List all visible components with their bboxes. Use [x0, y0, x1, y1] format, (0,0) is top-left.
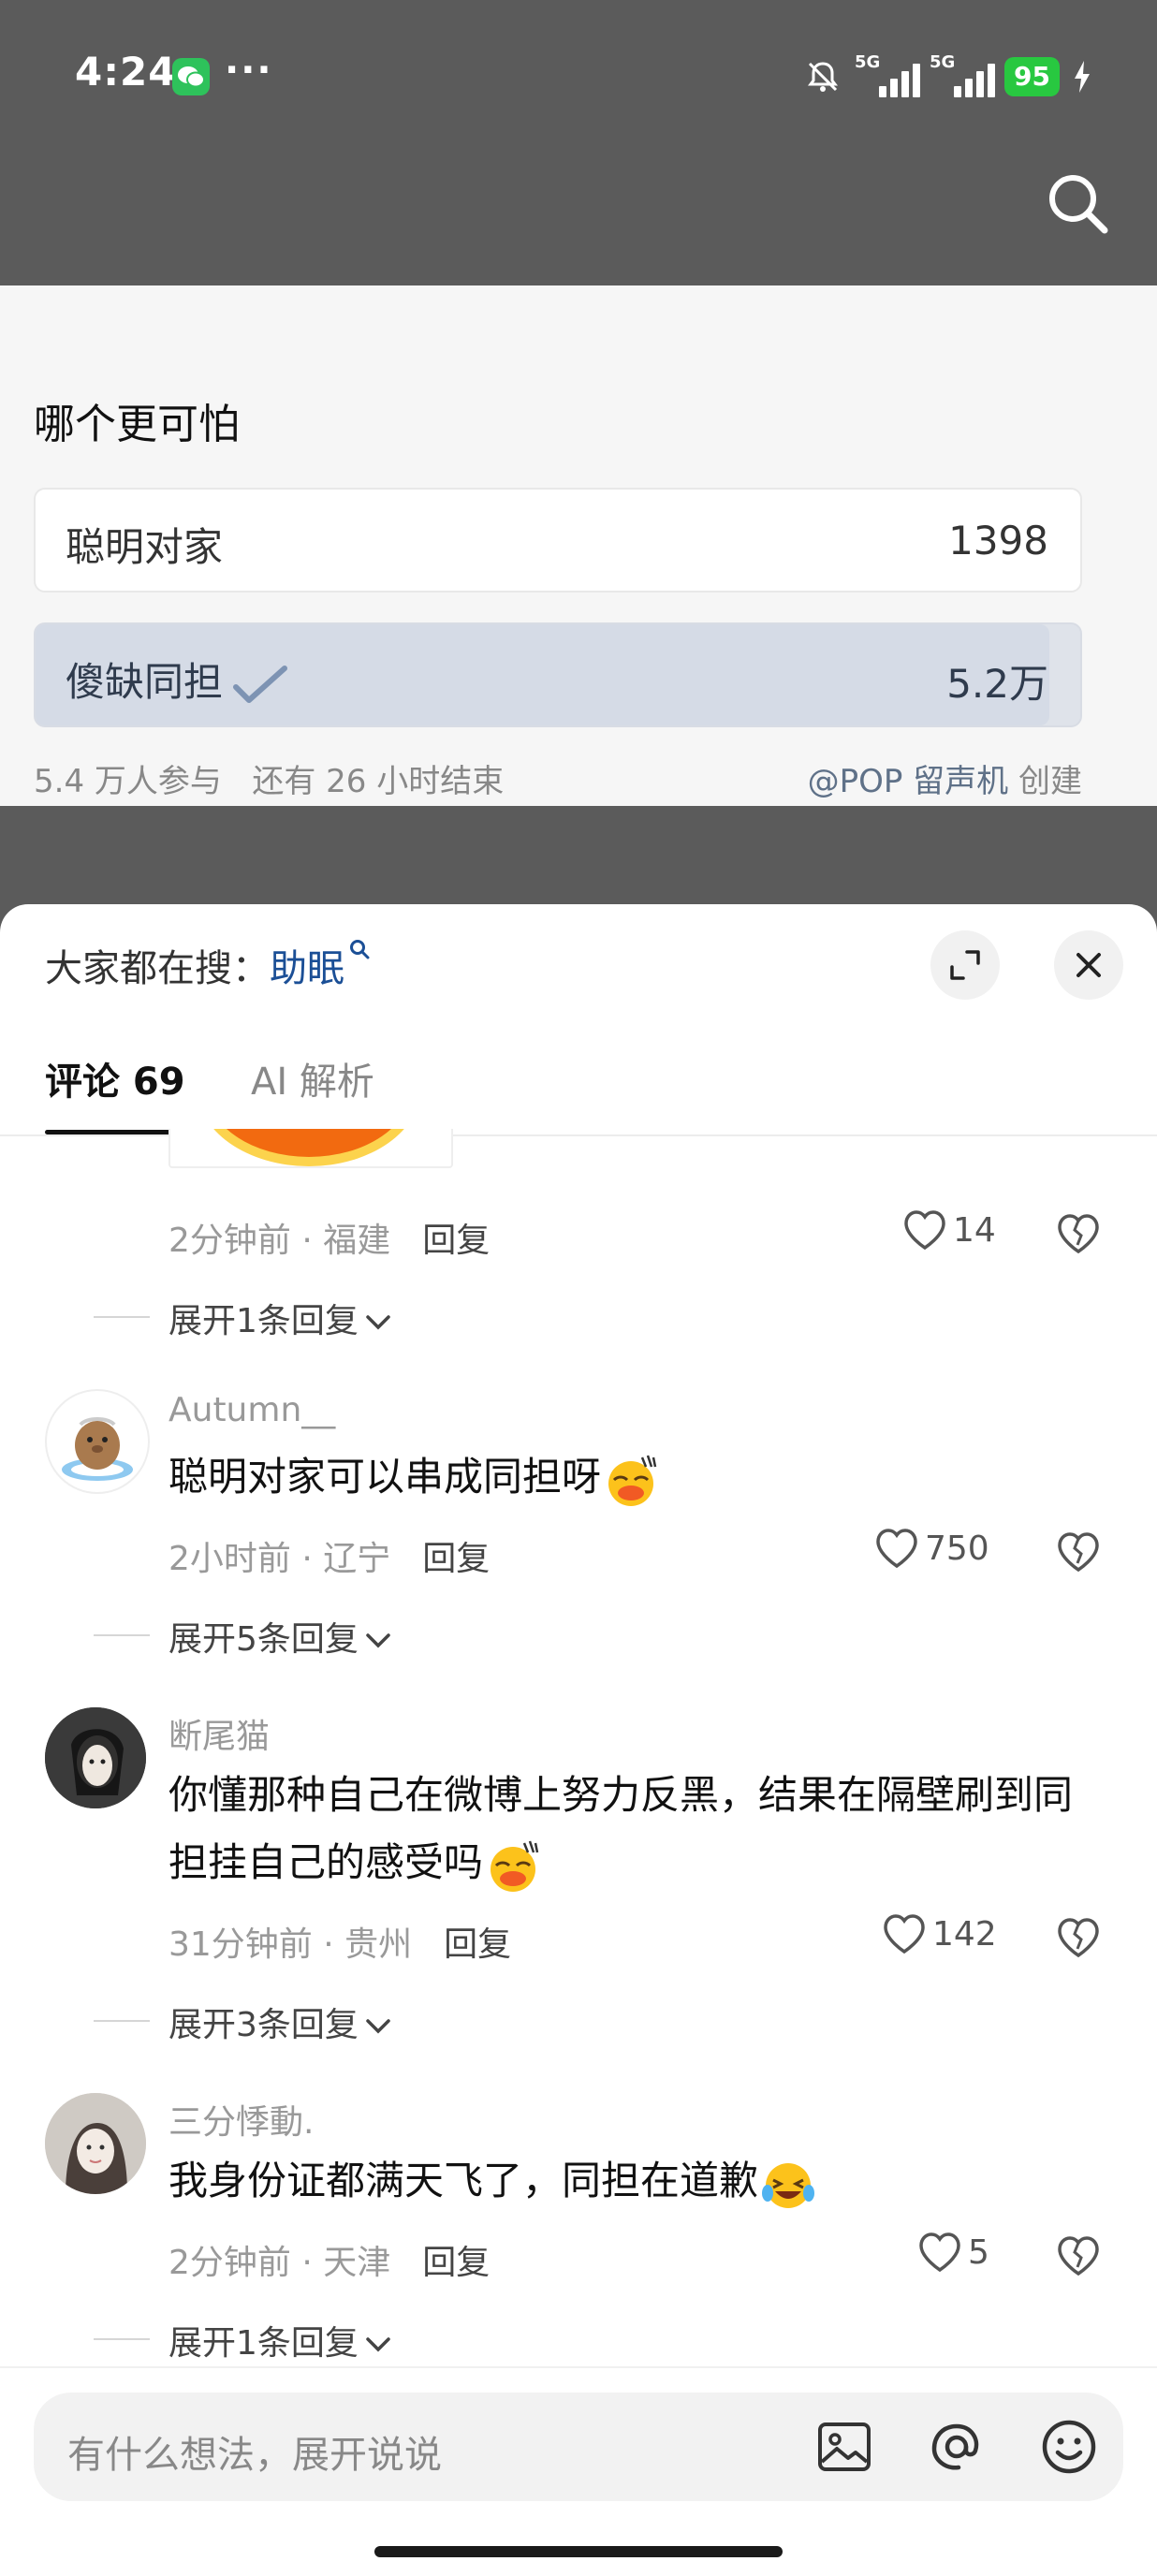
tab-comments[interactable]: 评论 69	[45, 1045, 185, 1134]
broken-heart-icon[interactable]	[1056, 1213, 1101, 1254]
comment-meta: 2分钟前 · 福建 回复	[168, 1222, 491, 1260]
comment-input-placeholder: 有什么想法，展开说说	[67, 2434, 442, 2477]
comment-meta: 2小时前 · 辽宁 回复	[168, 1540, 491, 1578]
expand-replies[interactable]: 展开1条回复	[94, 1294, 392, 1342]
smirk-emoji-icon	[601, 1452, 661, 1508]
home-indicator[interactable]	[374, 2546, 783, 2557]
poll-option-count: 1398	[948, 518, 1048, 564]
chevron-down-icon	[366, 2019, 390, 2034]
avatar[interactable]	[45, 1707, 146, 1808]
close-button[interactable]	[1054, 930, 1123, 1000]
poll-remaining: 还有 26 小时结束	[252, 763, 505, 800]
search-button[interactable]	[1041, 167, 1116, 242]
comment-text: 你懂那种自己在微博上努力反黑，结果在隔壁刷到同担挂自己的感受吗	[168, 1762, 1105, 1896]
like-count: 14	[953, 1210, 996, 1250]
signal-icon: 5G	[930, 52, 996, 99]
heart-icon	[919, 2232, 960, 2273]
expand-replies[interactable]: 展开1条回复	[94, 2316, 392, 2364]
like-button[interactable]: 14	[902, 1209, 996, 1251]
reply-button[interactable]: 回复	[444, 1925, 511, 1964]
mute-icon	[808, 62, 839, 92]
battery-level: 95	[1004, 57, 1060, 96]
heart-icon	[884, 1914, 925, 1954]
broken-heart-icon[interactable]	[1056, 1917, 1101, 1958]
signal-icon: 5G	[855, 52, 921, 99]
expand-button[interactable]	[930, 930, 1000, 1000]
wechat-icon	[172, 58, 210, 95]
at-icon[interactable]	[927, 2417, 987, 2477]
comment-author[interactable]: 断尾猫	[168, 1709, 270, 1758]
avatar[interactable]	[45, 2093, 146, 2194]
reply-button[interactable]: 回复	[422, 1222, 490, 1260]
comment-image[interactable]	[168, 1129, 453, 1168]
check-icon	[233, 665, 288, 703]
poll-option-label: 聪明对家	[66, 524, 224, 570]
comment-sheet: 大家都在搜：助眠 评论 69 AI 解析 2分钟前 · 福建 回复 14 展开1条…	[0, 904, 1157, 2574]
poll-option-selected[interactable]: 傻缺同担 5.2万	[34, 622, 1082, 727]
comment-input[interactable]: 有什么想法，展开说说	[34, 2393, 1123, 2501]
expand-replies[interactable]: 展开5条回复	[94, 1612, 392, 1661]
smirk-emoji-icon	[483, 1837, 543, 1894]
heart-icon	[904, 1210, 945, 1251]
status-indicators: 5G 5G 95	[804, 52, 1091, 101]
poll-creator-suffix: 创建	[1018, 763, 1082, 800]
poll-option[interactable]: 聪明对家 1398	[34, 488, 1082, 593]
trending-search[interactable]: 大家都在搜：助眠	[45, 938, 373, 992]
comment-author[interactable]: 三分悸動.	[168, 2095, 314, 2144]
magnifier-icon	[350, 940, 370, 959]
comment-meta: 2分钟前 · 天津 回复	[168, 2244, 491, 2282]
sheet-tabs: 评论 69 AI 解析	[0, 1045, 1157, 1136]
expand-icon	[950, 950, 980, 980]
poll-option-count: 5.2万	[946, 661, 1048, 707]
comment-input-bar: 有什么想法，展开说说	[0, 2366, 1157, 2576]
like-count: 142	[932, 1914, 997, 1954]
close-icon	[1076, 953, 1101, 977]
more-notifications: ···	[225, 49, 273, 92]
trending-prefix: 大家都在搜：	[45, 947, 270, 990]
broken-heart-icon[interactable]	[1056, 2235, 1101, 2276]
reply-button[interactable]: 回复	[422, 1540, 490, 1578]
comment-author[interactable]: Autumn__	[168, 1391, 335, 1429]
active-tab-indicator	[45, 1130, 185, 1134]
clock: 4:24	[75, 49, 177, 95]
comment-meta: 31分钟前 · 贵州 回复	[168, 1925, 512, 1964]
trending-keyword[interactable]: 助眠	[270, 947, 344, 990]
like-button[interactable]: 750	[874, 1528, 989, 1569]
heart-icon	[876, 1529, 917, 1569]
poll-creator[interactable]: @POP 留声机 创建	[808, 755, 1082, 801]
like-button[interactable]: 5	[917, 2232, 989, 2273]
search-icon	[1049, 175, 1108, 234]
chevron-down-icon	[366, 1315, 390, 1330]
image-icon[interactable]	[814, 2417, 874, 2477]
poll-creator-name[interactable]: @POP 留声机	[808, 763, 1009, 800]
laughing-tears-emoji-icon	[758, 2156, 818, 2212]
comment-text: 聪明对家可以串成同担呀	[168, 1443, 1105, 1511]
emoji-icon[interactable]	[1039, 2417, 1099, 2477]
like-count: 5	[968, 2232, 989, 2272]
like-button[interactable]: 142	[882, 1913, 997, 1954]
avatar[interactable]	[45, 1389, 150, 1494]
poll-option-label: 傻缺同担	[66, 651, 288, 708]
tab-ai-analysis[interactable]: AI 解析	[251, 1045, 374, 1134]
reply-button[interactable]: 回复	[422, 2244, 490, 2282]
poll-stats: 5.4 万人参与 还有 26 小时结束	[34, 755, 504, 801]
comment-text: 我身份证都满天飞了，同担在道歉	[168, 2147, 1105, 2215]
poll-card: 哪个更可怕 聪明对家 1398 傻缺同担 5.2万 5.4 万人参与 还有 26…	[0, 285, 1157, 806]
status-bar: 4:24 ··· 5G 5G 95	[0, 0, 1157, 150]
poll-question: 哪个更可怕	[34, 401, 240, 448]
poll-participants: 5.4 万人参与	[34, 763, 222, 800]
charging-icon	[1075, 61, 1090, 93]
chevron-down-icon	[366, 2337, 390, 2352]
broken-heart-icon[interactable]	[1056, 1531, 1101, 1573]
chevron-down-icon	[366, 1633, 390, 1648]
like-count: 750	[925, 1529, 989, 1568]
expand-replies[interactable]: 展开3条回复	[94, 1998, 392, 2046]
